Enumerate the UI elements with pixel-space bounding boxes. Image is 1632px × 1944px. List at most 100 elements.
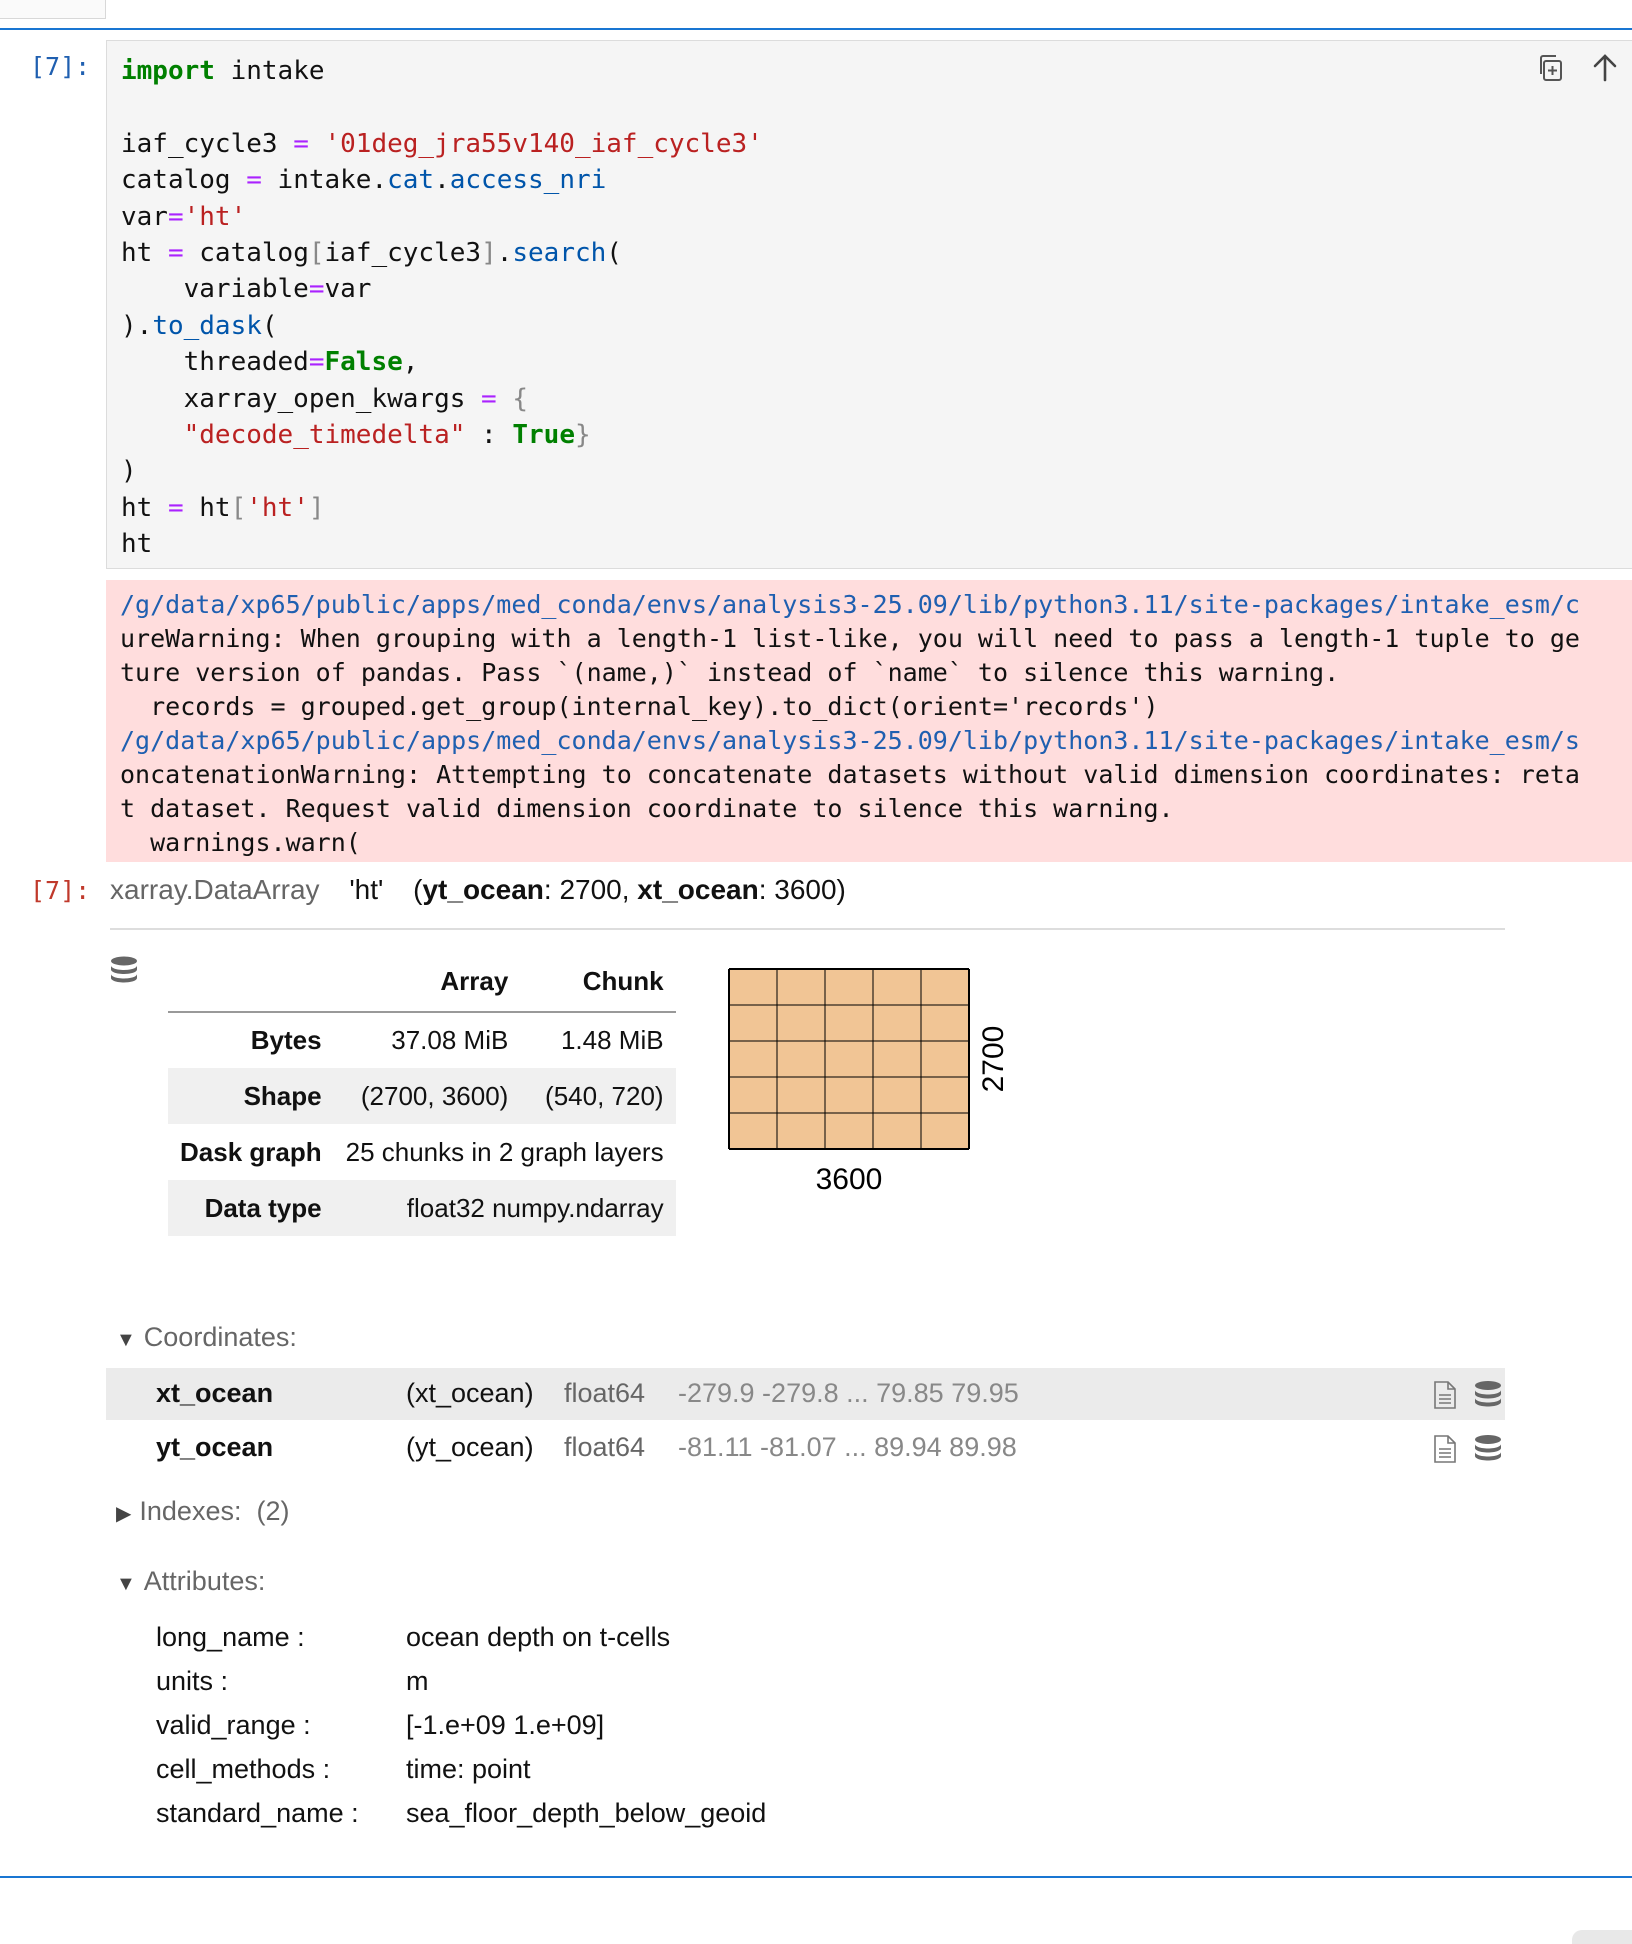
triangle-down-icon: ▼ [116,1573,136,1595]
code-token: import [121,56,215,86]
output-prompt: [7]: [30,876,91,905]
stderr-line: ture version of pandas. Pass `(name,)` i… [120,658,1340,687]
code-token: True [512,420,575,451]
code-token: 'ht' [183,201,247,232]
code-token: to_dask [152,310,262,341]
code-token: = [308,347,325,378]
coordinate-dtype: float64 [564,1432,646,1462]
code-token: [ [308,238,325,269]
stderr-line: t dataset. Request valid dimension coord… [120,794,1174,823]
dask-row-shape: Shape (2700, 3600) (540, 720) [168,1068,676,1124]
code-token: = [293,128,309,159]
indexes-section-toggle[interactable]: ▶ Indexes: (2) [116,1496,289,1527]
code-token: ) [121,456,137,487]
xarray-type: xarray.DataArray [110,874,320,905]
code-token: threaded [121,347,309,378]
database-icon[interactable] [1472,1434,1504,1464]
code-token: 'ht' [246,492,309,523]
stderr-line: records = grouped.get_group(internal_key… [120,692,1159,721]
code-editor[interactable]: import intake iaf_cycle3 = '01deg_jra55v… [106,40,1632,569]
dim-yt-name: yt_ocean [422,874,544,905]
code-line: ht = catalog[iaf_cycle3].search( [121,235,1632,271]
code-token: = [167,492,184,523]
dask-array-table: Array Chunk Bytes 37.08 MiB 1.48 MiB Sha… [168,952,676,1236]
coordinate-dtype: float64 [564,1378,646,1408]
code-token: iaf_cycle3 [324,238,482,269]
dask-row-label: Shape [243,1080,322,1111]
attribute-key: long_name : [156,1622,305,1652]
attribute-value: sea_floor_depth_below_geoid [406,1798,767,1828]
code-line: variable=var [121,271,1632,307]
code-line: import intake [121,53,1632,89]
database-icon[interactable] [108,955,140,987]
code-token: = [246,165,262,196]
dim-yt-size: : 2700, [543,874,638,905]
dask-row-graph: Dask graph 25 chunks in 2 graph layers [168,1124,676,1180]
stderr-line: warnings.warn( [120,828,361,857]
code-token: ) [121,310,137,341]
chunk-grid-diagram: 3600 2700 [728,968,1010,1196]
code-token: False [324,347,403,378]
attribute-key: standard_name : [156,1798,359,1828]
code-line: iaf_cycle3 = '01deg_jra55v140_iaf_cycle3… [121,126,1632,162]
code-token: search [512,238,607,269]
attributes-title: Attributes: [143,1566,266,1596]
code-token: var [121,201,168,232]
code-token: ] [308,492,325,523]
database-icon[interactable] [1472,1380,1504,1410]
attributes-section-toggle[interactable]: ▼ Attributes: [116,1566,265,1597]
code-line: var='ht' [121,199,1632,235]
code-token: ht [121,238,168,269]
coordinate-row-xt-ocean: xt_ocean (xt_ocean) float64 -279.9 -279.… [106,1368,1505,1420]
indexes-title: Indexes: [139,1496,242,1526]
dask-header-array: Array [333,952,521,1013]
copy-icon[interactable] [1535,52,1567,84]
dask-header-empty [168,952,334,1013]
code-token: = [167,238,184,269]
file-icon[interactable] [1431,1434,1459,1464]
code-token: ht [121,492,168,523]
stderr-line: oncatenationWarning: Attempting to conca… [120,760,1580,789]
dask-chunk-bytes: 1.48 MiB [560,1025,664,1055]
dask-array-bytes: 37.08 MiB [391,1025,509,1055]
indexes-count: (2) [256,1496,290,1526]
code-line: ).to_dask( [121,308,1632,344]
code-line: ht = ht['ht'] [121,490,1632,526]
coordinates-section-toggle[interactable]: ▼ Coordinates: [116,1322,297,1353]
input-prompt: [7]: [30,52,91,81]
xarray-header: xarray.DataArray 'ht' (yt_ocean: 2700, x… [110,874,846,906]
code-token: } [574,420,591,451]
code-token: cat [387,165,435,196]
code-token: "decode_timedelta" [183,420,466,451]
chunk-grid-y-label: 2700 [977,1026,1010,1093]
stderr-line: /g/data/xp65/public/apps/med_conda/envs/… [120,590,1580,619]
code-token: xarray_open_kwargs [121,383,482,414]
scroll-indicator [1572,1930,1632,1944]
code-token: . [434,165,450,196]
code-token: '01deg_jra55v140_iaf_cycle3' [324,128,763,159]
code-token: , [402,347,419,378]
stderr-output: /g/data/xp65/public/apps/med_conda/envs/… [106,580,1632,862]
xarray-dims: (yt_ocean: 2700, xt_ocean: 3600) [413,874,846,905]
code-line: threaded=False, [121,344,1632,380]
previous-cell-stub [0,0,106,19]
arrow-up-icon[interactable] [1589,52,1621,84]
coordinate-dims: (yt_ocean) [406,1432,534,1462]
code-token: variable [121,274,309,305]
coordinate-name: xt_ocean [156,1378,274,1408]
code-token: . [496,238,513,269]
stderr-line: ureWarning: When grouping with a length-… [120,624,1580,653]
dim-xt-name: xt_ocean [637,874,759,905]
code-line: ) [121,453,1632,489]
code-token: intake [214,56,325,86]
attribute-key: units : [156,1666,229,1696]
coordinate-row-yt-ocean: yt_ocean (yt_ocean) float64 -81.11 -81.0… [106,1422,1505,1474]
code-line: catalog = intake.cat.access_nri [121,162,1632,198]
code-token: access_nri [449,165,607,196]
file-icon[interactable] [1431,1380,1459,1410]
code-token: var [324,274,372,305]
code-token: = [167,201,184,232]
code-token: . [371,165,388,196]
